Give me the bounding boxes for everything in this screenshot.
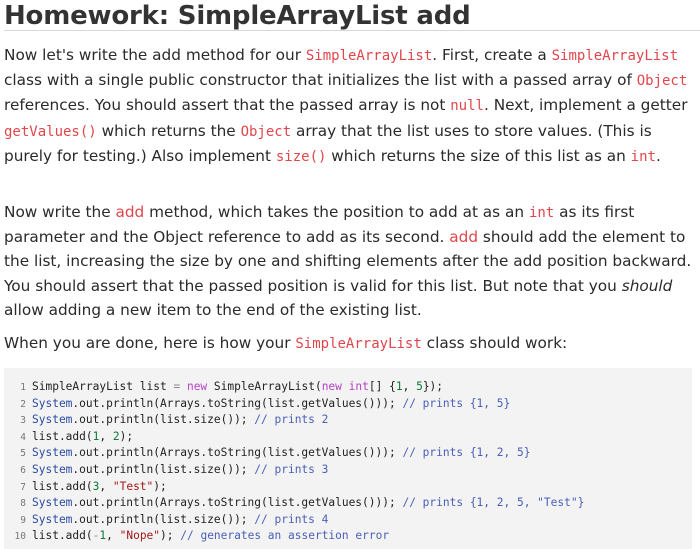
line-number: 3 — [20, 415, 26, 427]
line-number: 10 — [14, 531, 26, 543]
code-token: // prints {1, 2, 5, "Test"} — [402, 496, 585, 510]
code-token: // prints {1, 5} — [402, 396, 511, 410]
text: class with a single public constructor t… — [4, 71, 637, 90]
line-number: 1 — [20, 382, 26, 393]
line-number: 8 — [20, 498, 26, 510]
code-line: 5 System.out.println(Arrays.toString(list… — [4, 444, 530, 461]
code-token: 5 — [416, 380, 423, 393]
keyword-add: add — [115, 203, 145, 221]
text: method, which takes the position to add … — [144, 203, 529, 221]
add-method-paragraph: Now write the add method, which takes th… — [4, 200, 696, 322]
code-token: System — [32, 446, 73, 460]
code-token: // prints 2 — [254, 413, 329, 427]
code-line: 9 System.out.println(list.size()); // pri… — [4, 511, 328, 528]
emphasis: should — [621, 276, 673, 295]
line-number: 4 — [20, 431, 26, 443]
keyword-add: add — [449, 228, 479, 247]
code-block: 1 SimpleArrayList list = new SimpleArrayL… — [4, 368, 692, 549]
code-line: 7 list.add(3, "Test"); — [4, 478, 167, 495]
code-token: // prints {1, 2, 5} — [402, 446, 531, 460]
code-token: }); — [422, 380, 444, 393]
text: allow adding a new item to the end of th… — [4, 300, 422, 319]
code-line: 10 list.add(-1, "Nope"); // generates an … — [4, 527, 390, 544]
line-number: 6 — [20, 465, 26, 476]
line-number: 5 — [20, 448, 26, 460]
code-token: .out.println(Arrays.toString(list.getVal… — [72, 496, 403, 510]
inline-code: SimpleArrayList — [551, 48, 679, 64]
inline-code: getValues() — [4, 123, 97, 140]
code-token: ); — [160, 529, 181, 543]
inline-code: size() — [275, 148, 327, 165]
code-token: , — [99, 429, 113, 443]
code-line: 8 System.out.println(Arrays.toString(list… — [4, 494, 584, 511]
text: class should work: — [421, 334, 568, 352]
page-title: Homework: SimpleArrayList add — [4, 1, 471, 31]
code-token: list.add( — [32, 479, 93, 493]
code-line: 2 System.out.println(Arrays.toString(list… — [4, 395, 510, 412]
text: which returns the — [96, 121, 241, 140]
code-token: .out.println(list.size()); — [72, 512, 255, 526]
code-token: 2 — [112, 429, 120, 443]
code-token: System — [32, 512, 73, 526]
code-token: list.add( — [32, 429, 93, 443]
code-token: System — [32, 463, 73, 476]
code-token: , — [402, 380, 417, 393]
code-token: "Test" — [112, 479, 154, 493]
code-token: // prints 4 — [254, 512, 329, 526]
text: . First, create a — [432, 46, 552, 64]
code-token: int — [348, 380, 369, 393]
text: which returns the size of this list as a… — [326, 146, 631, 165]
text: . Next, implement a getter — [483, 96, 688, 115]
inline-code: int — [528, 205, 555, 221]
text: Now let's write the add method for our — [4, 46, 306, 64]
code-token: SimpleArrayList list — [32, 380, 174, 393]
inline-code: SimpleArrayList — [305, 48, 433, 64]
line-number: 9 — [20, 514, 26, 526]
line-number: 2 — [20, 398, 26, 410]
inline-code: null — [450, 98, 484, 115]
code-token: // prints 3 — [254, 463, 329, 476]
text: . — [655, 146, 661, 165]
code-token: [] { — [368, 380, 396, 393]
inline-code: SimpleArrayList — [295, 336, 422, 352]
code-token: System — [32, 496, 73, 510]
inline-code: Object — [240, 123, 292, 140]
code-line: 4 list.add(1, 2); — [4, 428, 133, 445]
intro-paragraph: Now let's write the add method for our S… — [4, 43, 696, 169]
code-token: "Nope" — [119, 529, 161, 543]
code-token: .out.println(Arrays.toString(list.getVal… — [72, 396, 403, 410]
code-token: new — [321, 380, 342, 393]
code-token: SimpleArrayList( — [207, 380, 322, 393]
code-line: 1 SimpleArrayList list = new SimpleArrayL… — [4, 378, 443, 395]
text: Now write the — [4, 203, 116, 221]
code-token: ); — [119, 429, 134, 443]
code-token: , — [106, 529, 120, 543]
homework-page: Homework: SimpleArrayList add Now let's … — [0, 0, 700, 549]
code-token: System — [32, 396, 73, 410]
code-token: System — [32, 413, 73, 427]
code-token: 1 — [395, 380, 403, 393]
code-line: 6 System.out.println(list.size()); // pri… — [4, 461, 328, 478]
code-token: list.add( — [32, 529, 93, 543]
code-token: .out.println(list.size()); — [72, 463, 255, 476]
inline-code: Object — [636, 73, 688, 90]
text: references. You should assert that the p… — [4, 96, 451, 115]
code-token: new — [186, 380, 208, 393]
usage-intro-paragraph: When you are done, here is how your Simp… — [4, 331, 696, 356]
text: When you are done, here is how your — [4, 334, 296, 352]
code-token: .out.println(list.size()); — [72, 413, 255, 427]
line-number: 7 — [20, 481, 26, 493]
code-token: , — [99, 479, 113, 493]
title-divider — [4, 30, 700, 31]
inline-code: int — [630, 148, 656, 165]
code-token: ); — [153, 479, 167, 493]
code-token: .out.println(Arrays.toString(list.getVal… — [72, 446, 403, 460]
code-token: // generates an assertion error — [180, 529, 390, 543]
code-line: 3 System.out.println(list.size()); // pri… — [4, 411, 328, 428]
